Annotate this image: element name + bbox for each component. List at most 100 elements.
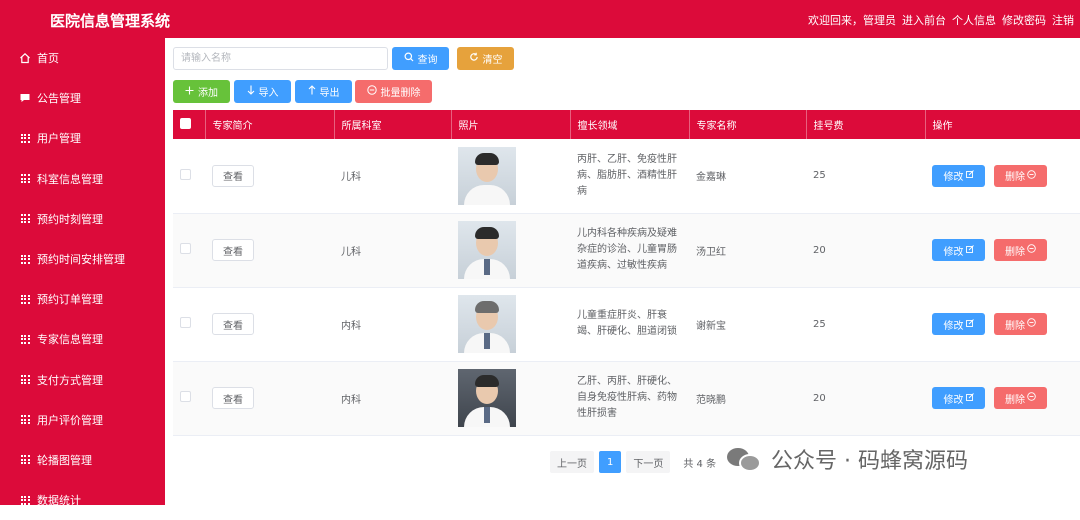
sidebar-item-appointment-slots[interactable]: 预约时刻管理 — [0, 199, 165, 239]
delete-button[interactable]: 删除 — [994, 239, 1047, 261]
specialty-cell: 儿内科各种疾病及疑难杂症的诊治、儿童胃肠道疾病、过敏性疾病 — [577, 228, 677, 271]
department-cell: 内科 — [341, 320, 361, 332]
table-header: 专家简介 所属科室 照片 擅长领域 专家名称 挂号费 操作 — [173, 110, 1080, 139]
expert-table: 专家简介 所属科室 照片 擅长领域 专家名称 挂号费 操作 查看 儿科 丙肝、乙… — [173, 110, 1080, 436]
specialty-cell: 儿童重症肝炎、肝衰竭、肝硬化、胆道闭锁 — [577, 310, 677, 337]
view-intro-button[interactable]: 查看 — [212, 313, 254, 335]
row-checkbox[interactable] — [180, 317, 191, 328]
minus-circle-icon — [1027, 170, 1036, 182]
watermark: 公众号 · 码蜂窝源码 — [727, 443, 968, 475]
edit-button[interactable]: 修改 — [932, 239, 985, 261]
next-page-button[interactable]: 下一页 — [626, 451, 671, 473]
grid-icon — [18, 334, 32, 344]
row-checkbox[interactable] — [180, 243, 191, 254]
column-header: 专家名称 — [689, 110, 807, 139]
delete-button[interactable]: 删除 — [994, 313, 1047, 335]
edit-button[interactable]: 修改 — [932, 313, 985, 335]
fee-cell: 25 — [813, 170, 826, 182]
grid-icon — [18, 415, 32, 425]
query-button[interactable]: 查询 — [392, 47, 449, 70]
edit-icon — [965, 170, 974, 181]
delete-button[interactable]: 删除 — [994, 164, 1047, 187]
view-intro-button[interactable]: 查看 — [212, 387, 254, 409]
main-content: 查询 清空 添加 导入 导出 批量删除 — [165, 38, 1080, 505]
add-button[interactable]: 添加 — [173, 80, 230, 103]
prev-page-button[interactable]: 上一页 — [550, 451, 594, 473]
sidebar-item-experts[interactable]: 专家信息管理 — [0, 319, 165, 359]
expert-photo — [458, 295, 516, 353]
logout-link[interactable]: 注销 — [1052, 12, 1074, 28]
import-button[interactable]: 导入 — [234, 80, 291, 103]
batch-delete-button[interactable]: 批量删除 — [355, 80, 432, 103]
page-number-button[interactable]: 1 — [599, 451, 622, 473]
pagination: 上一页 1 下一页 共 4 条 — [550, 451, 716, 473]
edit-button[interactable]: 修改 — [932, 387, 985, 409]
specialty-cell: 乙肝、丙肝、肝硬化、自身免疫性肝病、药物性肝损害 — [577, 376, 677, 419]
column-header: 擅长领域 — [570, 110, 690, 139]
minus-circle-icon — [366, 85, 377, 98]
profile-link[interactable]: 个人信息 — [952, 12, 996, 28]
delete-button[interactable]: 删除 — [994, 387, 1047, 409]
expert-name-cell: 范晓鹏 — [696, 394, 726, 406]
sidebar-item-appointment-schedule[interactable]: 预约时间安排管理 — [0, 239, 165, 279]
department-cell: 儿科 — [341, 246, 361, 258]
sidebar-item-label: 支付方式管理 — [37, 373, 103, 387]
export-button[interactable]: 导出 — [295, 80, 352, 103]
sidebar-item-label: 预约时间安排管理 — [37, 253, 125, 267]
select-all-checkbox[interactable] — [180, 117, 191, 129]
table-row: 查看 内科 乙肝、丙肝、肝硬化、自身免疫性肝病、药物性肝损害 范晓鹏 20 修改… — [173, 361, 1080, 435]
column-header: 操作 — [925, 110, 1080, 139]
specialty-cell: 丙肝、乙肝、免疫性肝病、脂肪肝、酒精性肝病 — [577, 153, 677, 197]
sidebar: 首页 公告管理 用户管理 科室信息管理 预约时刻管理 预约时间安排管理 预约订单… — [0, 38, 165, 507]
sidebar-item-label: 用户管理 — [37, 132, 81, 146]
edit-button[interactable]: 修改 — [932, 164, 985, 187]
grid-icon — [18, 375, 32, 385]
expert-photo — [458, 221, 516, 279]
select-all-cell — [173, 110, 206, 139]
sidebar-item-home[interactable]: 首页 — [0, 38, 165, 78]
sidebar-item-label: 预约时刻管理 — [37, 212, 103, 226]
department-cell: 儿科 — [341, 172, 361, 184]
expert-name-cell: 谢新宝 — [696, 320, 726, 332]
sidebar-item-appointment-orders[interactable]: 预约订单管理 — [0, 279, 165, 319]
total-count: 共 4 条 — [683, 458, 717, 470]
view-intro-button[interactable]: 查看 — [212, 164, 254, 187]
expert-name-cell: 金嘉琳 — [696, 172, 726, 184]
search-input[interactable] — [173, 47, 388, 70]
sidebar-item-label: 预约订单管理 — [37, 293, 103, 307]
sidebar-item-label: 轮播图管理 — [37, 453, 92, 467]
arrow-up-icon — [308, 85, 316, 98]
sidebar-item-statistics[interactable]: 数据统计 — [0, 480, 165, 520]
sidebar-item-announcements[interactable]: 公告管理 — [0, 78, 165, 118]
plus-icon — [185, 86, 194, 98]
sidebar-item-users[interactable]: 用户管理 — [0, 118, 165, 158]
welcome-text: 欢迎回来，管理员 — [808, 14, 896, 27]
fee-cell: 25 — [813, 318, 826, 330]
grid-icon — [18, 174, 32, 184]
grid-icon — [18, 133, 32, 143]
grid-icon — [18, 495, 32, 505]
frontend-link[interactable]: 进入前台 — [902, 12, 946, 28]
grid-icon — [18, 455, 32, 465]
sidebar-item-label: 用户评价管理 — [37, 413, 103, 427]
minus-circle-icon — [1027, 244, 1036, 256]
sidebar-item-payment-methods[interactable]: 支付方式管理 — [0, 360, 165, 400]
change-password-link[interactable]: 修改密码 — [1002, 12, 1046, 28]
expert-name-cell: 汤卫红 — [696, 246, 726, 258]
sidebar-item-label: 公告管理 — [37, 92, 81, 106]
table-row: 查看 儿科 儿内科各种疾病及疑难杂症的诊治、儿童胃肠道疾病、过敏性疾病 汤卫红 … — [173, 213, 1080, 287]
grid-icon — [18, 214, 32, 224]
table-row: 查看 内科 儿童重症肝炎、肝衰竭、肝硬化、胆道闭锁 谢新宝 25 修改 删除 — [173, 287, 1080, 361]
grid-icon — [18, 254, 32, 264]
sidebar-item-reviews[interactable]: 用户评价管理 — [0, 400, 165, 440]
edit-icon — [965, 244, 974, 256]
expert-photo — [458, 146, 516, 205]
table-row: 查看 儿科 丙肝、乙肝、免疫性肝病、脂肪肝、酒精性肝病 金嘉琳 25 修改 删除 — [173, 139, 1080, 213]
row-checkbox[interactable] — [180, 391, 191, 402]
sidebar-item-carousel[interactable]: 轮播图管理 — [0, 440, 165, 480]
row-checkbox[interactable] — [180, 168, 191, 180]
clear-button[interactable]: 清空 — [457, 47, 514, 70]
sidebar-item-departments[interactable]: 科室信息管理 — [0, 159, 165, 199]
view-intro-button[interactable]: 查看 — [212, 239, 254, 261]
fee-cell: 20 — [813, 244, 826, 256]
